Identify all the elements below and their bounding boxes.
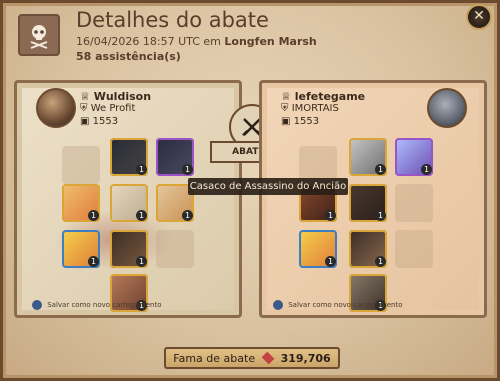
killer-panel: ♕ Wuldison ⛨ We Profit ▣ 1553 1 1 1 1 1 … xyxy=(14,80,242,318)
killer-mainhand-item[interactable]: 1 xyxy=(62,184,100,222)
save-loadout-link[interactable]: Salvar como novo carregamento xyxy=(32,300,162,310)
save-loadout-link[interactable]: Salvar como novo carregamento xyxy=(273,300,403,310)
quality-badge: 1 xyxy=(325,210,336,221)
offhand-slot-empty xyxy=(395,184,433,222)
close-icon: ✕ xyxy=(473,8,485,24)
kill-fame-bar: Fama de abate 319,706 xyxy=(164,347,340,369)
item-power-icon: ▣ xyxy=(281,116,291,127)
killer-chest-item[interactable]: 1 xyxy=(110,184,148,222)
guild-icon: ⛨ xyxy=(80,103,88,114)
food-slot-empty xyxy=(395,230,433,268)
quality-badge: 1 xyxy=(375,164,386,175)
quality-badge: 1 xyxy=(136,164,147,175)
location-prefix: em xyxy=(203,35,221,48)
quality-badge: 1 xyxy=(136,210,147,221)
food-slot-empty xyxy=(156,230,194,268)
save-icon xyxy=(32,300,42,310)
empty-bag-slot xyxy=(62,146,100,184)
killer-item-power: ▣ 1553 xyxy=(80,116,119,127)
victim-cape-item[interactable]: 1 xyxy=(395,138,433,176)
victim-head-item[interactable]: 1 xyxy=(349,138,387,176)
kill-datetime: 16/04/2026 18:57 UTC xyxy=(76,35,200,48)
assists-count: 58 assistência(s) xyxy=(76,50,181,63)
killer-head-item[interactable]: 1 xyxy=(110,138,148,176)
killer-cape-item[interactable]: 1 xyxy=(156,138,194,176)
kill-details-window: Detalhes do abate 16/04/2026 18:57 UTC e… xyxy=(0,0,500,381)
kill-location: Longfen Marsh xyxy=(224,35,317,48)
item-power-icon: ▣ xyxy=(80,116,90,127)
quality-badge: 1 xyxy=(88,256,99,267)
item-tooltip: Casaco de Assassino do Ancião xyxy=(188,178,348,195)
kill-meta: 16/04/2026 18:57 UTC em Longfen Marsh xyxy=(76,35,317,48)
fame-label: Fama de abate xyxy=(173,351,256,365)
quality-badge: 1 xyxy=(182,210,193,221)
victim-chest-item[interactable]: 1 xyxy=(349,184,387,222)
quality-badge: 1 xyxy=(88,210,99,221)
quality-badge: 1 xyxy=(375,256,386,267)
crown-icon: ♕ xyxy=(80,90,90,103)
close-button[interactable]: ✕ xyxy=(466,4,492,30)
victim-panel: ♕ lefetegame ⛨ IMORTAIS ▣ 1553 1 1 1 1 1… xyxy=(259,80,487,318)
skull-crossbones-icon xyxy=(18,14,60,56)
victim-potion-item[interactable]: 1 xyxy=(299,230,337,268)
victim-guild[interactable]: ⛨ IMORTAIS xyxy=(281,103,339,114)
killer-avatar[interactable] xyxy=(36,88,76,128)
victim-avatar[interactable] xyxy=(427,88,467,128)
page-title: Detalhes do abate xyxy=(76,8,269,32)
victim-name[interactable]: ♕ lefetegame xyxy=(281,90,365,103)
killer-name[interactable]: ♕ Wuldison xyxy=(80,90,151,103)
guild-icon: ⛨ xyxy=(281,103,289,114)
killer-potion-item[interactable]: 1 xyxy=(62,230,100,268)
crown-icon: ♕ xyxy=(281,90,291,103)
victim-boots-item[interactable]: 1 xyxy=(349,230,387,268)
killer-boots-item[interactable]: 1 xyxy=(110,230,148,268)
quality-badge: 1 xyxy=(182,164,193,175)
fame-gem-icon xyxy=(261,351,275,364)
victim-item-power: ▣ 1553 xyxy=(281,116,320,127)
quality-badge: 1 xyxy=(375,210,386,221)
save-icon xyxy=(273,300,283,310)
quality-badge: 1 xyxy=(325,256,336,267)
fame-value: 319,706 xyxy=(261,351,331,365)
killer-guild[interactable]: ⛨ We Profit xyxy=(80,103,135,114)
quality-badge: 1 xyxy=(421,164,432,175)
quality-badge: 1 xyxy=(136,256,147,267)
